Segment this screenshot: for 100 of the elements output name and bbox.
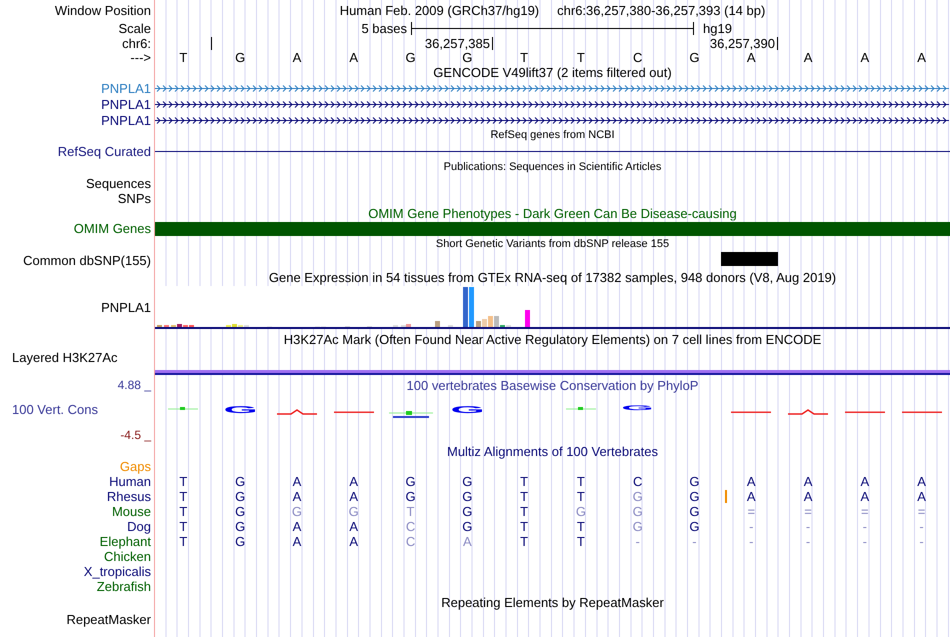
track-label[interactable]: Mouse	[112, 505, 151, 518]
aligned-base: -	[692, 535, 697, 548]
track-label[interactable]: Common dbSNP(155)	[23, 254, 151, 267]
track-label[interactable]: PNPLA1	[101, 300, 151, 314]
aligned-base: -	[806, 535, 810, 548]
aligned-base: A	[292, 520, 302, 533]
aligned-base: T	[576, 490, 585, 503]
aligned-base: A	[292, 490, 302, 503]
tick-label: 36,257,390	[710, 36, 775, 50]
base-letter: G	[462, 50, 472, 64]
aligned-base: T	[179, 490, 188, 503]
aligned-base: A	[349, 475, 358, 488]
aligned-base: A	[349, 490, 358, 503]
aligned-base: G	[632, 490, 643, 503]
base-letter: G	[689, 50, 700, 64]
track-label[interactable]: Elephant	[100, 535, 151, 548]
aligned-base: A	[746, 490, 756, 503]
base-letter: C	[632, 50, 642, 64]
track-label[interactable]: 100 Vert. Cons	[12, 403, 98, 416]
aligned-base: T	[406, 505, 414, 518]
base-letter: T	[520, 50, 528, 64]
aligned-base: -	[749, 520, 754, 533]
base-letter: A	[860, 50, 870, 64]
base-letter: G	[235, 50, 246, 64]
row-label: Window Position	[54, 4, 151, 16]
track-label[interactable]: Rhesus	[106, 490, 151, 503]
conservation-mark-icon	[566, 407, 596, 411]
track-label[interactable]: RefSeq Curated	[58, 144, 151, 158]
tick-mark	[777, 36, 778, 50]
track-title: GENCODE V49lift37 (2 items filtered out)	[433, 66, 672, 78]
conservation-mark-icon	[276, 409, 317, 415]
aligned-base: T	[520, 475, 528, 488]
aligned-base: G	[689, 520, 700, 533]
track-title: Gene Expression in 54 tissues from GTEx RNA-seq of 17382 samples, 948 donors (V8, Aug 2019)	[268, 270, 836, 284]
aligned-base: A	[804, 490, 812, 503]
row-label: chr6:	[122, 36, 151, 50]
track-label[interactable]: PNPLA1	[101, 98, 151, 110]
row-label: Scale	[118, 22, 151, 34]
track-label[interactable]: PNPLA1	[101, 114, 151, 126]
conservation-letter: G	[223, 405, 258, 415]
aligned-base: G	[462, 505, 472, 518]
aligned-base: C	[406, 520, 416, 533]
conservation-mark-icon	[788, 409, 828, 415]
base-letter: A	[804, 50, 812, 64]
track-label[interactable]: Layered H3K27Ac	[12, 351, 118, 364]
aligned-base: A	[349, 520, 358, 533]
base-letter: A	[349, 50, 358, 64]
scale-bar-icon	[411, 22, 694, 34]
track-title: Short Genetic Variants from dbSNP release 155	[436, 239, 670, 250]
track-label[interactable]: Chicken	[104, 550, 151, 563]
track-title: H3K27Ac Mark (Often Found Near Active Regulatory Elements) on 7 cell lines from ENCODE	[284, 332, 822, 346]
aligned-base: -	[919, 520, 924, 533]
aligned-base: T	[179, 520, 188, 533]
track-label[interactable]: Sequences	[86, 177, 151, 190]
track-label[interactable]: SNPs	[118, 192, 151, 205]
track-label[interactable]: Zebrafish	[96, 580, 151, 593]
aligned-base: A	[292, 535, 302, 548]
aligned-base: A	[917, 475, 926, 488]
base-letter: A	[292, 50, 302, 64]
aligned-base: G	[576, 505, 586, 518]
aligned-base: T	[179, 505, 188, 518]
aligned-base: T	[179, 535, 188, 548]
aligned-base: A	[292, 475, 302, 488]
aligned-base: G	[235, 520, 246, 533]
aligned-base: G	[235, 505, 246, 518]
aligned-base: G	[235, 535, 246, 548]
track-label[interactable]: Dog	[127, 520, 151, 533]
strand-label: --->	[130, 50, 151, 64]
base-letter: A	[746, 50, 756, 64]
assembly-name: Human Feb. 2009 (GRCh37/hg19)	[340, 4, 540, 16]
aligned-base: T	[520, 535, 528, 548]
aligned-base: G	[405, 475, 416, 488]
aligned-base: -	[806, 520, 810, 533]
aligned-base: -	[749, 535, 754, 548]
aligned-base: G	[405, 490, 416, 503]
assembly-label: hg19	[702, 22, 732, 34]
aligned-base: G	[292, 505, 302, 518]
aligned-base: A	[917, 490, 926, 503]
aligned-base: C	[632, 475, 642, 488]
track-title: Publications: Sequences in Scientific Articles	[444, 162, 662, 173]
track-label[interactable]: X_tropicalis	[84, 565, 151, 578]
track-label[interactable]: OMIM Genes	[74, 222, 151, 235]
base-letter: A	[917, 50, 926, 64]
base-letter: G	[405, 50, 416, 64]
aligned-base: =	[918, 505, 926, 518]
conservation-mark-icon	[902, 411, 942, 414]
tick-label: 36,257,385	[424, 36, 490, 50]
track-title: Multiz Alignments of 100 Vertebrates	[446, 444, 658, 458]
axis-min-label: -4.5 _	[120, 428, 151, 440]
conservation-mark-icon	[844, 411, 885, 414]
aligned-base: G	[348, 505, 359, 518]
aligned-base: G	[689, 505, 700, 518]
track-label[interactable]: RepeatMasker	[66, 612, 151, 626]
track-title: RefSeq genes from NCBI	[490, 130, 615, 141]
tick-mark	[211, 36, 212, 50]
aligned-base: A	[860, 490, 870, 503]
track-label[interactable]: Human	[109, 475, 151, 488]
aligned-base: A	[462, 535, 472, 548]
aligned-base: A	[804, 475, 812, 488]
track-label[interactable]: PNPLA1	[101, 82, 151, 94]
